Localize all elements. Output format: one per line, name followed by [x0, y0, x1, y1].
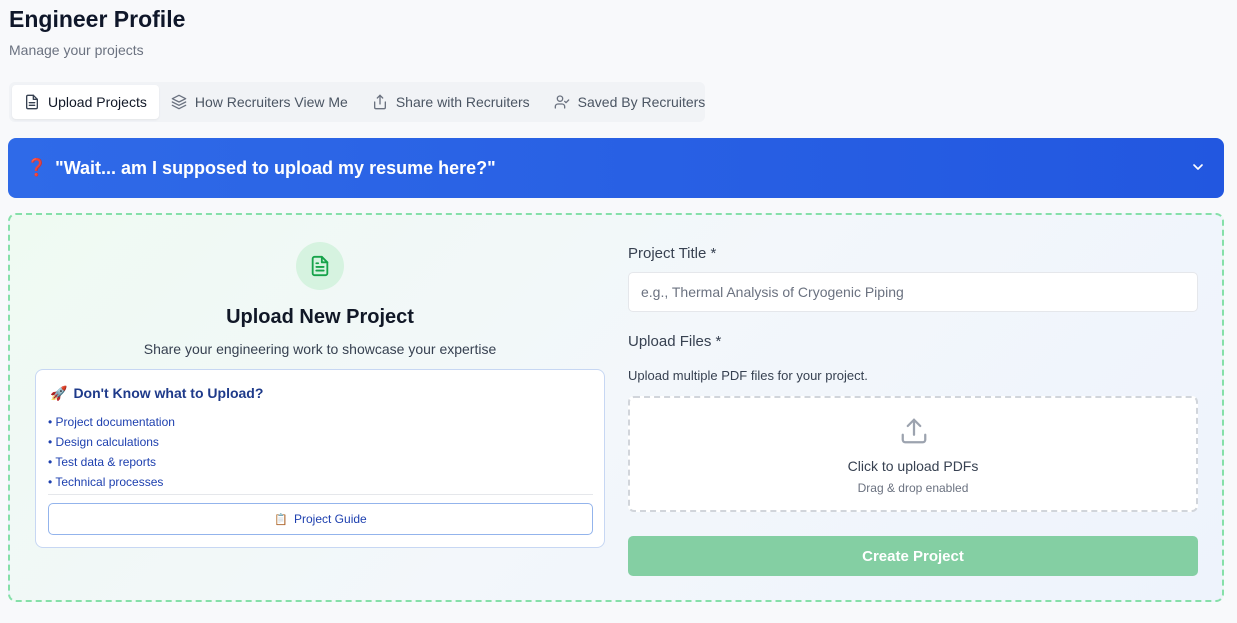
upload-tips-box: 🚀 Don't Know what to Upload? Project docu… [35, 369, 605, 548]
dropzone-sub-text: Drag & drop enabled [857, 481, 969, 495]
tips-list: Project documentation Design calculation… [48, 412, 175, 492]
upload-subtitle: Share your engineering work to showcase … [143, 341, 497, 357]
document-icon [311, 255, 329, 277]
create-project-button[interactable]: Create Project [628, 536, 1198, 576]
tab-share-with-recruiters[interactable]: Share with Recruiters [360, 85, 542, 119]
tab-label: How Recruiters View Me [194, 94, 348, 110]
page-subtitle: Manage your projects [9, 42, 144, 58]
upload-info-panel: Upload New Project Share your engineerin… [10, 215, 630, 600]
tab-label: Share with Recruiters [395, 94, 530, 110]
chevron-down-icon[interactable] [1190, 159, 1206, 175]
list-item: Test data & reports [48, 452, 175, 472]
upload-project-card: Upload New Project Share your engineerin… [8, 213, 1224, 602]
tab-saved-by-recruiters[interactable]: Saved By Recruiters [542, 85, 718, 119]
resume-faq-banner[interactable]: ❓ "Wait... am I supposed to upload my re… [8, 138, 1224, 198]
page-title: Engineer Profile [9, 6, 186, 32]
list-item: Project documentation [48, 412, 175, 432]
upload-files-label: Upload Files * [628, 333, 722, 350]
dropzone-main-text: Click to upload PDFs [847, 458, 979, 474]
project-guide-label: Project Guide [294, 512, 367, 526]
tips-title-text: Don't Know what to Upload? [73, 385, 264, 401]
clipboard-icon: 📋 [274, 513, 288, 526]
upload-icon-badge [296, 242, 344, 290]
project-form: Project Title * Upload Files * Upload mu… [628, 215, 1200, 600]
divider [48, 494, 593, 495]
upload-files-hint: Upload multiple PDF files for your proje… [628, 368, 868, 383]
tips-title: 🚀 Don't Know what to Upload? [50, 385, 263, 402]
question-mark-icon: ❓ [26, 158, 48, 177]
project-guide-button[interactable]: 📋 Project Guide [48, 503, 593, 535]
list-item: Design calculations [48, 432, 175, 452]
project-title-label: Project Title * [628, 245, 717, 262]
tab-label: Saved By Recruiters [577, 94, 706, 110]
tab-upload-projects[interactable]: Upload Projects [12, 85, 159, 119]
rocket-icon: 🚀 [50, 385, 68, 401]
user-check-icon [554, 95, 570, 109]
document-icon [26, 94, 38, 110]
list-item: Technical processes [48, 472, 175, 492]
tab-bar: Upload Projects How Recruiters View Me S… [9, 82, 705, 122]
tab-how-recruiters-view-me[interactable]: How Recruiters View Me [159, 85, 360, 119]
pdf-dropzone[interactable]: Click to upload PDFs Drag & drop enabled [628, 396, 1198, 512]
share-icon [373, 94, 386, 110]
project-title-input[interactable] [628, 272, 1198, 312]
tab-label: Upload Projects [48, 94, 147, 110]
upload-title: Upload New Project [226, 306, 414, 328]
banner-text: "Wait... am I supposed to upload my resu… [55, 157, 496, 178]
upload-icon [901, 418, 927, 444]
layers-icon [171, 94, 187, 110]
